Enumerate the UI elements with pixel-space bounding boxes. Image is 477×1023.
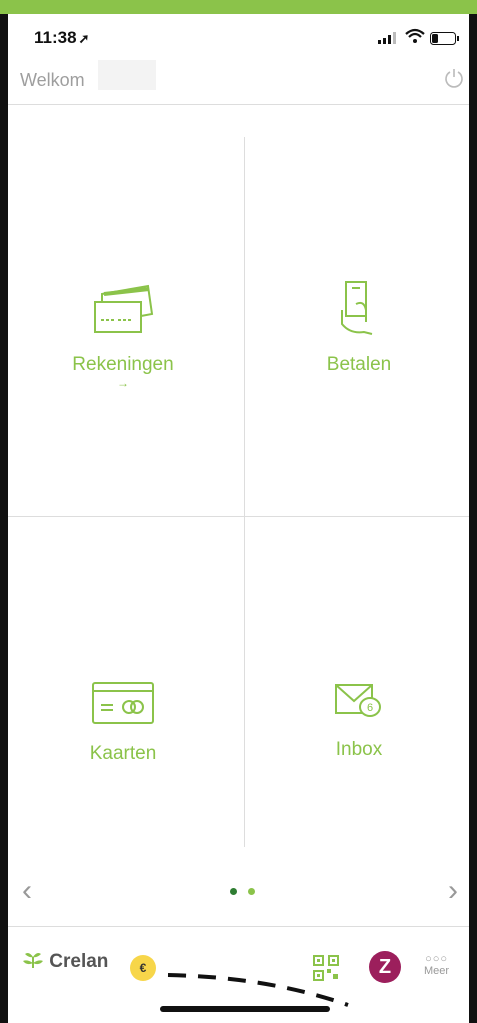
app-screen: 11:38 ➚ Welkom Rekeningen → Betalen Kaar… [8, 14, 469, 1023]
tile-label: Betalen [326, 354, 392, 375]
wifi-icon [405, 28, 425, 43]
chevron-right-icon[interactable]: › [448, 874, 458, 908]
mail-icon: 6 [335, 684, 381, 717]
page-dot-active[interactable] [230, 888, 237, 895]
tile-rekeningen[interactable]: Rekeningen → [8, 280, 238, 560]
redacted-name [98, 60, 156, 90]
tile-label: Kaarten [89, 743, 157, 764]
top-border [0, 0, 477, 14]
power-icon[interactable] [444, 68, 464, 88]
page-dot[interactable] [248, 888, 255, 895]
tile-inbox[interactable]: 6 Inbox [244, 681, 469, 961]
tile-label: Rekeningen [72, 354, 174, 375]
status-bar: 11:38 ➚ [8, 14, 469, 58]
pager: ‹ › [8, 874, 469, 914]
inbox-badge: 6 [367, 702, 373, 714]
tile-label: Inbox [335, 739, 383, 760]
arrow-right-icon: → [117, 376, 129, 390]
battery-icon [430, 32, 459, 45]
chevron-left-icon[interactable]: ‹ [22, 874, 32, 908]
card-icon [92, 682, 154, 724]
left-border [0, 14, 8, 1023]
device-frame: 11:38 ➚ Welkom Rekeningen → Betalen Kaar… [0, 0, 477, 1023]
menu-grid: Rekeningen → Betalen Kaarten 6 Inbox [8, 105, 469, 877]
hand-card-icon [341, 281, 373, 335]
right-border [469, 14, 477, 1023]
signal-icon [378, 32, 396, 44]
welcome-text: Welkom [20, 70, 85, 90]
home-indicator[interactable] [160, 1006, 330, 1012]
clock: 11:38 ➚ [34, 28, 90, 47]
app-header: Welkom [8, 58, 469, 105]
cards-icon [94, 284, 154, 333]
tile-betalen[interactable]: Betalen [244, 280, 469, 560]
tile-kaarten[interactable]: Kaarten [8, 681, 238, 961]
location-icon: ➚ [78, 31, 90, 46]
